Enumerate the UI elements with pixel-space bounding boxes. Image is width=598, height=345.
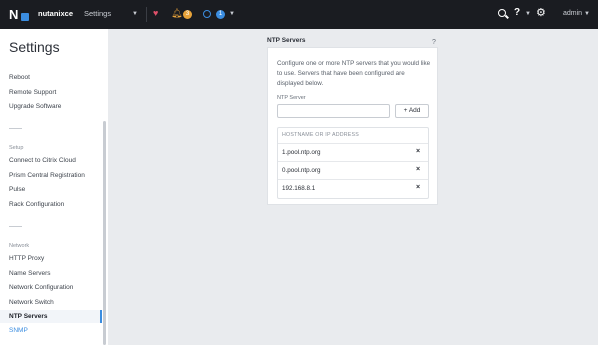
panel-body: Configure one or more NTP servers that y… <box>267 47 438 205</box>
chevron-down-icon[interactable]: ▼ <box>132 11 138 17</box>
sidebar-item-network-configuration[interactable]: Network Configuration <box>9 284 73 291</box>
chevron-down-icon[interactable]: ▼ <box>525 11 531 17</box>
help-icon[interactable]: ? <box>432 39 436 46</box>
ntp-server-label: NTP Server <box>277 95 306 101</box>
logo-n-glyph: N <box>9 7 19 22</box>
sidebar-divider <box>9 128 22 129</box>
search-icon[interactable] <box>498 9 506 17</box>
ntp-server-hostname: 192.168.8.1 <box>282 185 316 192</box>
table-row: 192.168.8.1 × <box>278 179 428 197</box>
alerts-bell-icon[interactable]: 🔔︎ <box>171 8 182 19</box>
sidebar-item-citrix-cloud[interactable]: Connect to Citrix Cloud <box>9 157 76 164</box>
remove-icon[interactable]: × <box>416 148 420 155</box>
ntp-server-hostname: 0.pool.ntp.org <box>282 167 321 174</box>
table-row: 1.pool.ntp.org × <box>278 143 428 161</box>
user-menu[interactable]: admin <box>563 10 582 17</box>
health-heart-icon[interactable]: ♥ <box>153 8 158 18</box>
nutanix-logo[interactable]: N <box>9 8 29 21</box>
sidebar-item-network-switch[interactable]: Network Switch <box>9 299 54 306</box>
chevron-down-icon[interactable]: ▼ <box>229 11 235 17</box>
sidebar-item-ntp-servers[interactable]: NTP Servers <box>9 313 48 320</box>
nav-settings-menu[interactable]: Settings <box>84 9 111 18</box>
sidebar-scrollbar[interactable] <box>103 121 106 345</box>
page-title: Settings <box>9 39 60 55</box>
ntp-server-hostname: 1.pool.ntp.org <box>282 149 321 156</box>
logo-mark <box>21 13 29 21</box>
top-navigation-bar: N nutanixce Settings ▼ ♥ 🔔︎ 3 1 ▼ ? ▼ ⚙ … <box>0 0 598 29</box>
panel-title: NTP Servers <box>267 37 306 44</box>
table-header: HOSTNAME OR IP ADDRESS <box>282 132 360 138</box>
cluster-name[interactable]: nutanixce <box>38 9 73 18</box>
sidebar-item-pulse[interactable]: Pulse <box>9 186 25 193</box>
ntp-servers-panel: NTP Servers ? Configure one or more NTP … <box>267 31 438 205</box>
remove-icon[interactable]: × <box>416 166 420 173</box>
chevron-down-icon[interactable]: ▼ <box>584 11 590 17</box>
remove-icon[interactable]: × <box>416 184 420 191</box>
sidebar-item-upgrade-software[interactable]: Upgrade Software <box>9 103 61 110</box>
ntp-server-input[interactable] <box>277 104 390 118</box>
sidebar-item-snmp[interactable]: SNMP <box>9 327 28 334</box>
ntp-server-table: HOSTNAME OR IP ADDRESS 1.pool.ntp.org × … <box>277 127 429 199</box>
sidebar-item-reboot[interactable]: Reboot <box>9 74 30 81</box>
sidebar-item-prism-central[interactable]: Prism Central Registration <box>9 172 85 179</box>
alerts-count-badge[interactable]: 3 <box>183 10 192 19</box>
tasks-circle-icon[interactable] <box>203 10 211 18</box>
gear-icon[interactable]: ⚙ <box>536 6 546 19</box>
sidebar-section-network: Network <box>9 243 30 249</box>
sidebar-item-http-proxy[interactable]: HTTP Proxy <box>9 255 44 262</box>
sidebar-item-name-servers[interactable]: Name Servers <box>9 270 51 277</box>
add-ntp-server-button[interactable]: + Add <box>395 104 429 118</box>
sidebar-divider <box>9 226 22 227</box>
settings-sidebar: Settings Reboot Remote Support Upgrade S… <box>0 29 108 345</box>
sidebar-section-setup: Setup <box>9 145 24 151</box>
panel-description: Configure one or more NTP servers that y… <box>277 60 431 87</box>
sidebar-item-remote-support[interactable]: Remote Support <box>9 89 56 96</box>
sidebar-active-indicator <box>100 310 102 323</box>
help-icon[interactable]: ? <box>514 7 520 18</box>
sidebar-item-rack-configuration[interactable]: Rack Configuration <box>9 201 64 208</box>
topbar-divider <box>146 7 147 22</box>
tasks-count-badge[interactable]: 1 <box>216 10 225 19</box>
table-row: 0.pool.ntp.org × <box>278 161 428 179</box>
